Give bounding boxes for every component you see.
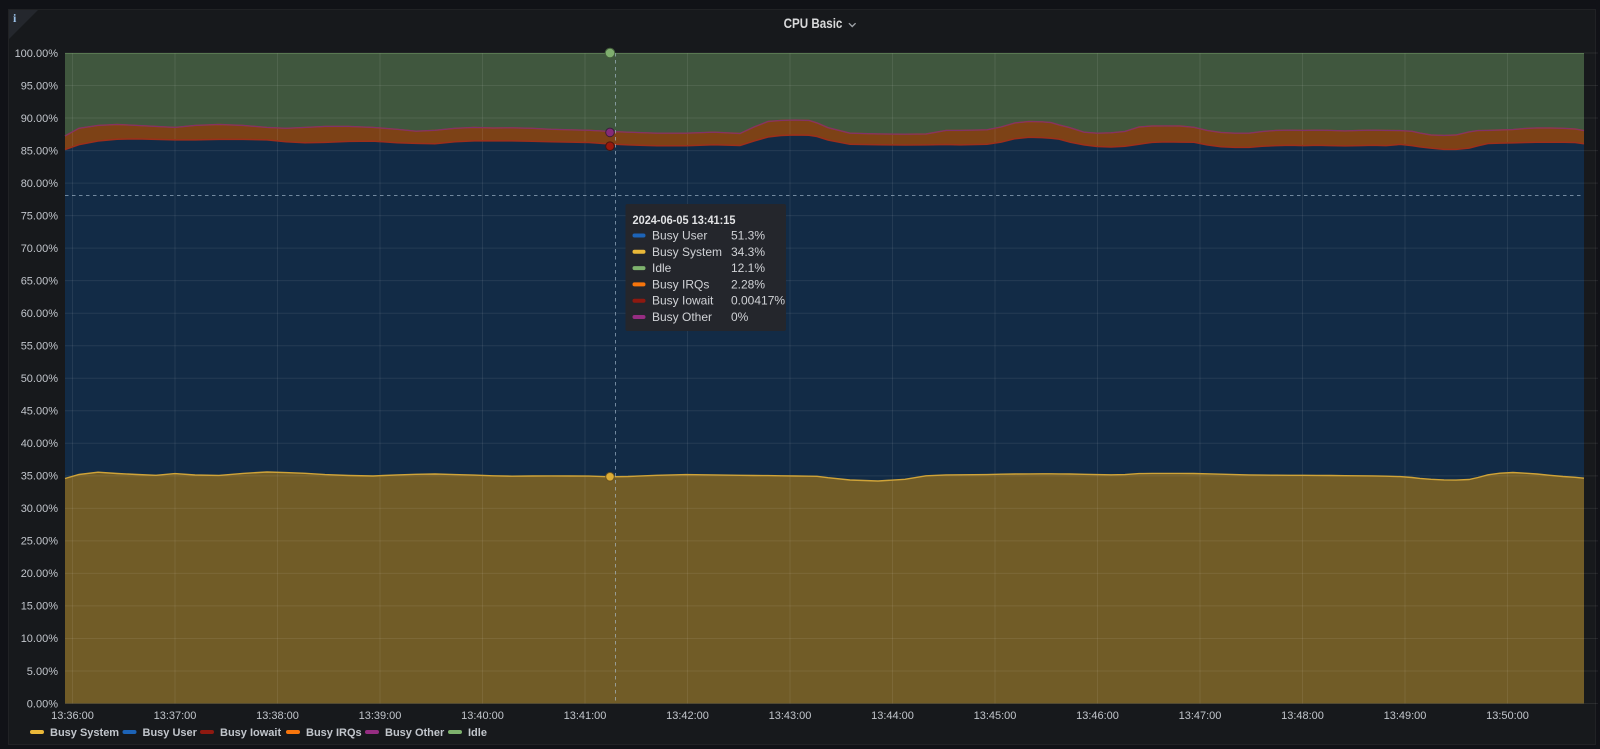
- svg-text:13:41:00: 13:41:00: [564, 710, 607, 722]
- svg-text:13:49:00: 13:49:00: [1384, 710, 1427, 722]
- svg-text:85.00%: 85.00%: [21, 145, 59, 157]
- svg-text:13:43:00: 13:43:00: [769, 710, 812, 722]
- svg-text:13:42:00: 13:42:00: [666, 710, 709, 722]
- svg-text:15.00%: 15.00%: [21, 601, 59, 613]
- svg-text:0.00%: 0.00%: [27, 698, 58, 710]
- svg-text:0.00417%: 0.00417%: [731, 294, 785, 308]
- svg-text:100.00%: 100.00%: [15, 48, 59, 60]
- svg-text:13:47:00: 13:47:00: [1179, 710, 1222, 722]
- svg-text:25.00%: 25.00%: [21, 536, 59, 548]
- svg-text:13:37:00: 13:37:00: [154, 710, 197, 722]
- svg-text:Busy User: Busy User: [652, 229, 707, 243]
- svg-text:Busy Other: Busy Other: [385, 727, 445, 739]
- svg-text:Busy IRQs: Busy IRQs: [652, 277, 709, 291]
- svg-text:20.00%: 20.00%: [21, 568, 59, 580]
- svg-text:Busy System: Busy System: [652, 245, 722, 259]
- svg-text:13:48:00: 13:48:00: [1281, 710, 1324, 722]
- svg-text:Idle: Idle: [652, 261, 672, 275]
- svg-text:55.00%: 55.00%: [21, 341, 59, 353]
- svg-text:13:46:00: 13:46:00: [1076, 710, 1119, 722]
- svg-text:Busy IRQs: Busy IRQs: [306, 727, 362, 739]
- svg-text:34.3%: 34.3%: [731, 245, 765, 259]
- svg-text:Busy Other: Busy Other: [652, 310, 712, 324]
- svg-text:90.00%: 90.00%: [21, 113, 59, 125]
- svg-text:Busy User: Busy User: [143, 727, 198, 739]
- svg-text:30.00%: 30.00%: [21, 503, 59, 515]
- svg-text:Busy System: Busy System: [50, 727, 119, 739]
- svg-text:75.00%: 75.00%: [21, 210, 59, 222]
- svg-text:2.28%: 2.28%: [731, 277, 765, 291]
- svg-text:65.00%: 65.00%: [21, 276, 59, 288]
- svg-text:13:44:00: 13:44:00: [871, 710, 914, 722]
- svg-text:70.00%: 70.00%: [21, 243, 59, 255]
- svg-text:Idle: Idle: [468, 727, 487, 739]
- svg-text:51.3%: 51.3%: [731, 229, 765, 243]
- svg-text:13:38:00: 13:38:00: [256, 710, 299, 722]
- svg-text:12.1%: 12.1%: [731, 261, 765, 275]
- svg-text:45.00%: 45.00%: [21, 406, 59, 418]
- svg-text:40.00%: 40.00%: [21, 438, 59, 450]
- svg-text:Busy Iowait: Busy Iowait: [220, 727, 281, 739]
- svg-text:50.00%: 50.00%: [21, 373, 59, 385]
- svg-text:95.00%: 95.00%: [21, 80, 59, 92]
- svg-text:2024-06-05 13:41:15: 2024-06-05 13:41:15: [633, 213, 736, 227]
- svg-text:5.00%: 5.00%: [27, 666, 58, 678]
- svg-text:13:39:00: 13:39:00: [359, 710, 402, 722]
- svg-text:60.00%: 60.00%: [21, 308, 59, 320]
- svg-text:13:45:00: 13:45:00: [974, 710, 1017, 722]
- svg-text:10.00%: 10.00%: [21, 633, 59, 645]
- svg-text:35.00%: 35.00%: [21, 471, 59, 483]
- svg-text:13:40:00: 13:40:00: [461, 710, 504, 722]
- svg-text:0%: 0%: [731, 310, 749, 324]
- svg-text:13:50:00: 13:50:00: [1486, 710, 1529, 722]
- svg-text:Busy Iowait: Busy Iowait: [652, 294, 714, 308]
- svg-text:80.00%: 80.00%: [21, 178, 59, 190]
- svg-text:13:36:00: 13:36:00: [51, 710, 94, 722]
